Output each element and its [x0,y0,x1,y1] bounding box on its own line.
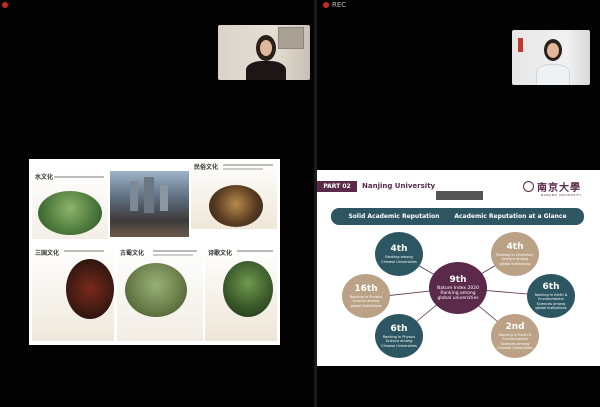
culture-caption [153,254,193,256]
culture-photo-water [38,191,102,235]
shared-slide-nanjing: PART 02 Nanjing University 南京大學 NANJING … [317,170,600,366]
culture-photo-city [110,171,189,237]
record-icon [2,1,8,8]
participant-video-right[interactable] [512,30,590,85]
rec-label: REC [332,0,347,9]
stat-rank: 4th [506,242,524,253]
culture-title: 诗歌文化 [208,250,233,257]
stat-rank: 4th [390,244,408,255]
culture-caption [237,250,273,252]
person-body [246,61,286,80]
slide-title: Nanjing University [362,182,436,190]
redaction-bar [436,191,483,200]
culture-title: 民俗文化 [194,164,219,171]
building [144,177,154,213]
person-face [547,43,559,58]
culture-photo-ruins [125,263,187,317]
culture-photo-cottage [223,261,273,317]
culture-photo-temple [66,259,114,319]
university-seal-icon [523,181,534,192]
culture-card-water: 水文化 [32,169,108,239]
culture-title: 古蜀文化 [120,250,145,257]
stat-bubble-center: 9th Nature Index 2020 Ranking among glob… [429,262,487,314]
stat-bubble: 16th Ranking in Physics Science among gl… [342,274,390,318]
stat-rank: 6th [542,282,560,293]
stat-description: Nature Index 2020 Ranking among global u… [437,286,479,301]
banner-left-label: Solid Academic Reputation [348,213,440,220]
culture-caption [223,164,273,166]
participant-video-left[interactable] [218,25,310,80]
person-body [536,64,570,85]
culture-card-poetry: 诗歌文化 [205,245,277,341]
culture-card-ancient-shu: 古蜀文化 [117,245,203,341]
stat-description: Ranking in Physics Science among Chinese… [381,335,417,348]
stat-description: Ranking in Chemistry Science among globa… [496,253,534,266]
culture-title: 水文化 [35,174,54,181]
building [160,185,168,211]
stat-bubble: 4th Ranking in Chemistry Science among g… [491,232,539,276]
banner-right-label: Academic Reputation at a Glance [454,213,567,220]
stat-bubble: 2nd Ranking in Earth & Environmental Sci… [491,314,539,358]
university-logo: 南京大學 [537,183,581,194]
record-icon [323,1,329,8]
culture-caption [153,250,197,252]
stat-description: Ranking among Chinese Universities [381,255,417,264]
stat-description: Ranking in Earth & Environmental Science… [534,293,568,310]
stat-rank: 16th [354,284,378,295]
part-tag: PART 02 [317,181,357,192]
person-face [260,40,272,56]
culture-photo-folk [209,185,263,227]
stat-rank: 9th [449,275,467,285]
shared-slide-culture: 水文化 民俗文化 三国文化 古蜀文化 诗歌文化 [29,159,280,345]
wall-decoration [518,38,523,52]
building [130,181,138,211]
culture-caption [223,168,263,170]
stat-rank: 6th [390,324,408,335]
stat-bubble: 6th Ranking in Earth & Environmental Sci… [527,274,575,318]
stat-bubble: 6th Ranking in Physics Science among Chi… [375,314,423,358]
stat-rank: 2nd [505,322,525,333]
recording-indicator-right: REC [323,0,346,9]
culture-caption [54,176,104,178]
reputation-banner: Solid Academic Reputation Academic Reput… [331,208,584,225]
recording-indicator-left: REC [2,0,8,9]
stat-bubble: 4th Ranking among Chinese Universities [375,232,423,276]
culture-card-three-kingdoms: 三国文化 [32,245,114,341]
background-window [278,27,304,49]
culture-title: 三国文化 [35,250,60,257]
stat-description: Ranking in Physics Science among global … [349,295,383,308]
stat-description: Ranking in Earth & Environmental Science… [497,333,533,350]
university-logo-subtitle: NANJING UNIVERSITY [541,193,582,197]
culture-caption [64,250,104,252]
culture-card-folk: 民俗文化 [191,159,277,229]
